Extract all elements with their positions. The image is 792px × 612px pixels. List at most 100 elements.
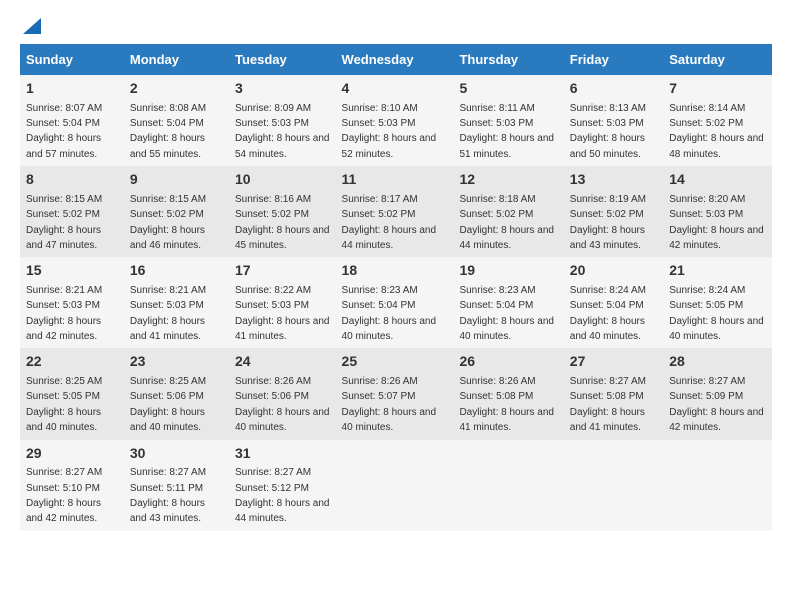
day-number: 11 — [342, 170, 448, 190]
col-monday: Monday — [124, 44, 229, 75]
day-info: Sunrise: 8:23 AMSunset: 5:04 PMDaylight:… — [459, 285, 554, 342]
day-info: Sunrise: 8:27 AMSunset: 5:12 PMDaylight:… — [235, 467, 330, 524]
day-number: 23 — [130, 352, 223, 372]
calendar-cell: 3Sunrise: 8:09 AMSunset: 5:03 PMDaylight… — [229, 75, 336, 166]
calendar-cell: 16 Sunrise: 8:21 AMSunset: 5:03 PMDayligh… — [124, 257, 229, 348]
calendar-cell: 4Sunrise: 8:10 AMSunset: 5:03 PMDaylight… — [336, 75, 454, 166]
day-info: Sunrise: 8:15 AMSunset: 5:02 PMDaylight:… — [130, 194, 206, 251]
calendar-cell: 22 Sunrise: 8:25 AMSunset: 5:05 PMDayligh… — [20, 348, 124, 439]
calendar-cell: 26 Sunrise: 8:26 AMSunset: 5:08 PMDayligh… — [453, 348, 563, 439]
calendar-row: 1 Sunrise: 8:07 AMSunset: 5:04 PMDaylight… — [20, 75, 772, 166]
day-info: Sunrise: 8:15 AMSunset: 5:02 PMDaylight:… — [26, 194, 102, 251]
calendar-cell: 11 Sunrise: 8:17 AMSunset: 5:02 PMDayligh… — [336, 166, 454, 257]
day-info: Sunrise: 8:23 AMSunset: 5:04 PMDaylight:… — [342, 285, 437, 342]
calendar-cell: 23 Sunrise: 8:25 AMSunset: 5:06 PMDayligh… — [124, 348, 229, 439]
calendar-cell: 10 Sunrise: 8:16 AMSunset: 5:02 PMDayligh… — [229, 166, 336, 257]
day-info: Sunrise: 8:27 AMSunset: 5:11 PMDaylight:… — [130, 467, 206, 524]
day-info: Sunrise: 8:25 AMSunset: 5:05 PMDaylight:… — [26, 376, 102, 433]
day-number: 17 — [235, 261, 330, 281]
calendar-table: Sunday Monday Tuesday Wednesday Thursday… — [20, 44, 772, 531]
calendar-row: 8 Sunrise: 8:15 AMSunset: 5:02 PMDaylight… — [20, 166, 772, 257]
day-number: 28 — [669, 352, 766, 372]
day-info: Sunrise: 8:10 AMSunset: 5:03 PMDaylight:… — [342, 103, 437, 160]
col-tuesday: Tuesday — [229, 44, 336, 75]
day-number: 31 — [235, 444, 330, 464]
day-number: 2 — [130, 79, 223, 99]
day-info: Sunrise: 8:20 AMSunset: 5:03 PMDaylight:… — [669, 194, 764, 251]
day-info: Sunrise: 8:19 AMSunset: 5:02 PMDaylight:… — [570, 194, 646, 251]
col-thursday: Thursday — [453, 44, 563, 75]
day-info: Sunrise: 8:11 AMSunset: 5:03 PMDaylight:… — [459, 103, 554, 160]
calendar-cell — [453, 440, 563, 531]
calendar-cell: 14 Sunrise: 8:20 AMSunset: 5:03 PMDayligh… — [663, 166, 772, 257]
day-info: Sunrise: 8:27 AMSunset: 5:09 PMDaylight:… — [669, 376, 764, 433]
calendar-cell: 24 Sunrise: 8:26 AMSunset: 5:06 PMDayligh… — [229, 348, 336, 439]
calendar-cell: 29 Sunrise: 8:27 AMSunset: 5:10 PMDayligh… — [20, 440, 124, 531]
day-info: Sunrise: 8:13 AMSunset: 5:03 PMDaylight:… — [570, 103, 646, 160]
col-wednesday: Wednesday — [336, 44, 454, 75]
calendar-header: Sunday Monday Tuesday Wednesday Thursday… — [20, 44, 772, 75]
col-friday: Friday — [564, 44, 663, 75]
calendar-cell: 18 Sunrise: 8:23 AMSunset: 5:04 PMDayligh… — [336, 257, 454, 348]
calendar-cell: 9 Sunrise: 8:15 AMSunset: 5:02 PMDaylight… — [124, 166, 229, 257]
day-info: Sunrise: 8:14 AMSunset: 5:02 PMDaylight:… — [669, 103, 764, 160]
day-number: 18 — [342, 261, 448, 281]
calendar-cell — [336, 440, 454, 531]
day-number: 8 — [26, 170, 118, 190]
day-info: Sunrise: 8:21 AMSunset: 5:03 PMDaylight:… — [26, 285, 102, 342]
logo-triangle-icon — [23, 16, 41, 34]
col-saturday: Saturday — [663, 44, 772, 75]
day-number: 3 — [235, 79, 330, 99]
day-number: 6 — [570, 79, 657, 99]
day-info: Sunrise: 8:07 AMSunset: 5:04 PMDaylight:… — [26, 103, 102, 160]
day-number: 29 — [26, 444, 118, 464]
calendar-row: 29 Sunrise: 8:27 AMSunset: 5:10 PMDayligh… — [20, 440, 772, 531]
calendar-cell: 31 Sunrise: 8:27 AMSunset: 5:12 PMDayligh… — [229, 440, 336, 531]
header-row: Sunday Monday Tuesday Wednesday Thursday… — [20, 44, 772, 75]
calendar-row: 22 Sunrise: 8:25 AMSunset: 5:05 PMDayligh… — [20, 348, 772, 439]
day-info: Sunrise: 8:16 AMSunset: 5:02 PMDaylight:… — [235, 194, 330, 251]
day-number: 15 — [26, 261, 118, 281]
day-number: 24 — [235, 352, 330, 372]
calendar-cell: 30 Sunrise: 8:27 AMSunset: 5:11 PMDayligh… — [124, 440, 229, 531]
day-number: 21 — [669, 261, 766, 281]
day-info: Sunrise: 8:26 AMSunset: 5:07 PMDaylight:… — [342, 376, 437, 433]
header — [20, 20, 772, 34]
calendar-body: 1 Sunrise: 8:07 AMSunset: 5:04 PMDaylight… — [20, 75, 772, 531]
calendar-cell: 28 Sunrise: 8:27 AMSunset: 5:09 PMDayligh… — [663, 348, 772, 439]
day-info: Sunrise: 8:18 AMSunset: 5:02 PMDaylight:… — [459, 194, 554, 251]
day-info: Sunrise: 8:26 AMSunset: 5:06 PMDaylight:… — [235, 376, 330, 433]
day-number: 14 — [669, 170, 766, 190]
day-info: Sunrise: 8:27 AMSunset: 5:10 PMDaylight:… — [26, 467, 102, 524]
calendar-row: 15 Sunrise: 8:21 AMSunset: 5:03 PMDayligh… — [20, 257, 772, 348]
day-number: 9 — [130, 170, 223, 190]
day-number: 5 — [459, 79, 557, 99]
day-number: 20 — [570, 261, 657, 281]
calendar-cell: 21Sunrise: 8:24 AMSunset: 5:05 PMDayligh… — [663, 257, 772, 348]
calendar-cell: 7 Sunrise: 8:14 AMSunset: 5:02 PMDaylight… — [663, 75, 772, 166]
calendar-cell: 20 Sunrise: 8:24 AMSunset: 5:04 PMDayligh… — [564, 257, 663, 348]
day-number: 30 — [130, 444, 223, 464]
day-info: Sunrise: 8:21 AMSunset: 5:03 PMDaylight:… — [130, 285, 206, 342]
day-info: Sunrise: 8:17 AMSunset: 5:02 PMDaylight:… — [342, 194, 437, 251]
day-number: 16 — [130, 261, 223, 281]
day-number: 13 — [570, 170, 657, 190]
day-number: 26 — [459, 352, 557, 372]
day-number: 1 — [26, 79, 118, 99]
day-number: 10 — [235, 170, 330, 190]
col-sunday: Sunday — [20, 44, 124, 75]
day-number: 7 — [669, 79, 766, 99]
day-number: 22 — [26, 352, 118, 372]
day-info: Sunrise: 8:26 AMSunset: 5:08 PMDaylight:… — [459, 376, 554, 433]
calendar-cell: 8 Sunrise: 8:15 AMSunset: 5:02 PMDaylight… — [20, 166, 124, 257]
day-number: 12 — [459, 170, 557, 190]
day-info: Sunrise: 8:25 AMSunset: 5:06 PMDaylight:… — [130, 376, 206, 433]
calendar-cell: 27Sunrise: 8:27 AMSunset: 5:08 PMDayligh… — [564, 348, 663, 439]
calendar-cell: 6 Sunrise: 8:13 AMSunset: 5:03 PMDaylight… — [564, 75, 663, 166]
day-number: 27 — [570, 352, 657, 372]
day-info: Sunrise: 8:24 AMSunset: 5:04 PMDaylight:… — [570, 285, 646, 342]
calendar-cell: 15 Sunrise: 8:21 AMSunset: 5:03 PMDayligh… — [20, 257, 124, 348]
day-number: 19 — [459, 261, 557, 281]
day-info: Sunrise: 8:22 AMSunset: 5:03 PMDaylight:… — [235, 285, 330, 342]
calendar-cell: 12 Sunrise: 8:18 AMSunset: 5:02 PMDayligh… — [453, 166, 563, 257]
